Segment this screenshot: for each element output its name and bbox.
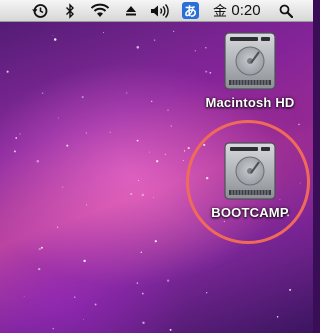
- star: [83, 319, 84, 320]
- star: [83, 259, 86, 263]
- star: [66, 144, 69, 147]
- bluetooth-icon[interactable]: [62, 0, 78, 21]
- star: [19, 133, 21, 135]
- menubar-day[interactable]: 金: [212, 0, 228, 21]
- star: [138, 180, 140, 181]
- star: [156, 160, 159, 163]
- ime-icon[interactable]: あ: [182, 2, 199, 20]
- star: [53, 38, 57, 41]
- star: [141, 292, 144, 295]
- star: [41, 92, 44, 95]
- star: [130, 193, 133, 195]
- star: [153, 196, 154, 198]
- star: [183, 150, 186, 152]
- volume-icon[interactable]: [148, 0, 172, 21]
- star: [276, 316, 279, 318]
- eject-icon[interactable]: [124, 0, 138, 21]
- star: [85, 204, 88, 206]
- time-machine-icon[interactable]: [29, 0, 51, 21]
- star: [125, 92, 128, 94]
- star: [37, 267, 41, 271]
- star: [164, 153, 166, 155]
- desktop-icon-label: BOOTCAMP: [211, 205, 289, 220]
- hard-drive-icon[interactable]: [221, 30, 279, 92]
- star: [169, 328, 172, 331]
- menubar-clock[interactable]: 0:20: [228, 0, 264, 21]
- wifi-icon[interactable]: [87, 0, 113, 21]
- star: [52, 35, 54, 37]
- star: [103, 32, 104, 33]
- star: [136, 46, 140, 49]
- star: [57, 117, 59, 119]
- star: [73, 296, 76, 299]
- star: [182, 159, 184, 161]
- star: [149, 151, 151, 153]
- star: [206, 292, 208, 294]
- star: [109, 131, 111, 133]
- ime-label: あ: [183, 5, 197, 20]
- star: [172, 30, 175, 33]
- hard-drive-icon[interactable]: [221, 140, 279, 202]
- star: [136, 282, 139, 284]
- star: [170, 125, 172, 127]
- star: [81, 96, 84, 99]
- star: [38, 247, 41, 251]
- spotlight-search-icon[interactable]: [277, 0, 295, 21]
- star: [15, 137, 18, 139]
- desktop-icon-macintosh-hd[interactable]: Macintosh HD: [195, 30, 305, 110]
- star: [140, 251, 142, 253]
- star: [23, 295, 25, 297]
- desktop-icon-label: Macintosh HD: [205, 95, 295, 110]
- star: [36, 160, 40, 163]
- star: [94, 303, 97, 306]
- desktop-icon-bootcamp[interactable]: BOOTCAMP: [195, 140, 305, 220]
- star: [153, 39, 156, 41]
- star: [136, 139, 139, 142]
- star: [167, 109, 169, 111]
- star: [61, 186, 64, 188]
- star: [40, 246, 43, 249]
- star: [52, 327, 55, 330]
- star: [6, 70, 9, 73]
- star: [142, 321, 145, 324]
- star: [298, 123, 300, 126]
- menu-bar: あ 金 0:20: [0, 0, 313, 22]
- star: [13, 150, 16, 153]
- star: [187, 147, 190, 150]
- star: [141, 193, 145, 197]
- star: [166, 279, 170, 282]
- star: [56, 226, 59, 228]
- star: [150, 100, 153, 103]
- star: [154, 240, 157, 243]
- star: [289, 288, 292, 291]
- star: [85, 132, 88, 134]
